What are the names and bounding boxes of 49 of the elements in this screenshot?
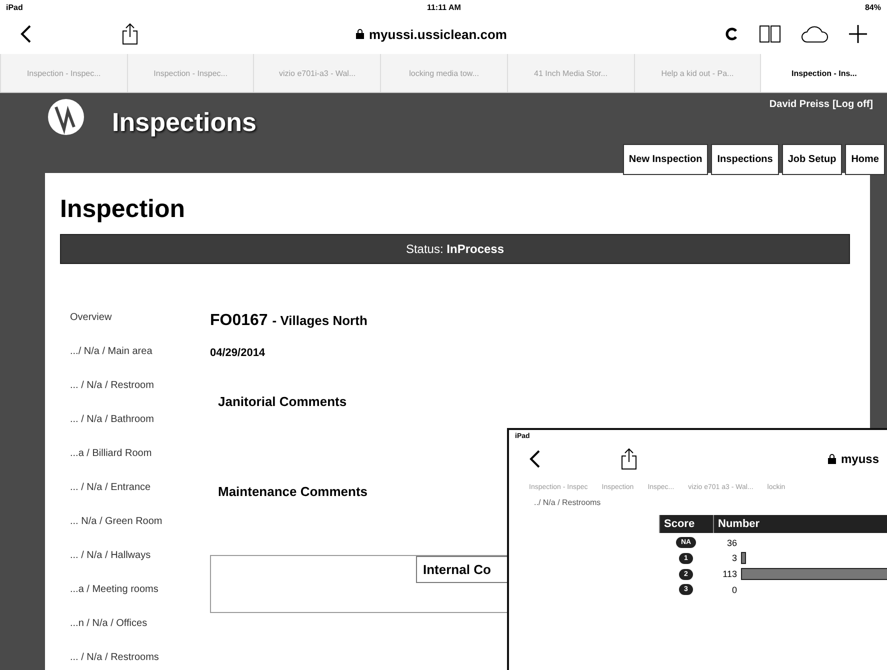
sidebar-link[interactable]: Overview: [70, 312, 200, 323]
back-icon[interactable]: [529, 449, 541, 469]
sidebar-link[interactable]: .../ N/a / Main area: [70, 346, 200, 357]
share-icon[interactable]: [621, 448, 637, 470]
nav-button[interactable]: Job Setup: [782, 144, 842, 175]
sidebar-link[interactable]: ...a / Billiard Room: [70, 448, 200, 459]
share-icon[interactable]: [122, 23, 138, 45]
lock-icon: [828, 454, 836, 464]
url-field[interactable]: myuss: [840, 452, 879, 466]
nav-button[interactable]: Home: [845, 144, 885, 175]
count-cell-text: 0: [730, 584, 737, 594]
nav-button[interactable]: Inspections: [711, 144, 779, 175]
count-cell-text: 113: [722, 569, 737, 579]
clock: 11:11 AM: [426, 2, 461, 12]
sidebar-link[interactable]: ... / N/a / Bathroom: [70, 414, 200, 425]
count-cell-text: 36: [726, 538, 737, 548]
inspection-date: 04/29/2014: [210, 347, 266, 359]
page-heading: Inspection: [60, 195, 186, 224]
job-title: FO0167 - Villages North: [210, 312, 368, 330]
user-name: David Preiss: [769, 99, 830, 110]
browser-tab[interactable]: Inspection - Ins...: [760, 54, 887, 92]
logo-icon: [46, 97, 86, 137]
sidebar-link[interactable]: ...a / Meeting rooms: [70, 584, 200, 595]
status-bar: Status: InProcess: [60, 234, 850, 264]
sidebar-link[interactable]: ... / N/a / Entrance: [70, 482, 200, 493]
site-title: Inspections: [112, 107, 256, 138]
nav-button[interactable]: New Inspection: [622, 144, 708, 175]
score-bar: [741, 552, 746, 564]
sidebar-link[interactable]: ... / N/a / Hallways: [70, 550, 200, 561]
reload-icon[interactable]: [725, 27, 739, 41]
logoff-link[interactable]: [Log off]: [832, 99, 873, 110]
cloud-icon[interactable]: [801, 25, 829, 43]
sidebar-link[interactable]: ... / N/a / Restrooms: [70, 652, 200, 663]
section-heading: Janitorial Comments: [218, 394, 347, 409]
device-label: iPad: [6, 2, 23, 12]
sidebar-link[interactable]: ...n / N/a / Offices: [70, 618, 200, 629]
section-heading: Maintenance Comments: [218, 484, 368, 499]
column-header: Score: [659, 515, 713, 533]
sidebar-link[interactable]: ... N/a / Green Room: [70, 516, 200, 527]
book-icon[interactable]: [759, 25, 781, 43]
sidebar-link[interactable]: ../ N/a / Restrooms: [534, 498, 887, 507]
back-icon[interactable]: [20, 24, 32, 44]
sidebar-link[interactable]: ... / N/a / Restroom: [70, 380, 200, 391]
url-field[interactable]: myussi.ussiclean.com: [368, 26, 507, 42]
battery-level: 84%: [864, 2, 881, 12]
lock-icon: [356, 29, 364, 39]
plus-icon[interactable]: [849, 25, 867, 43]
column-header: Number: [713, 515, 887, 533]
count-cell-text: 3: [730, 553, 737, 563]
